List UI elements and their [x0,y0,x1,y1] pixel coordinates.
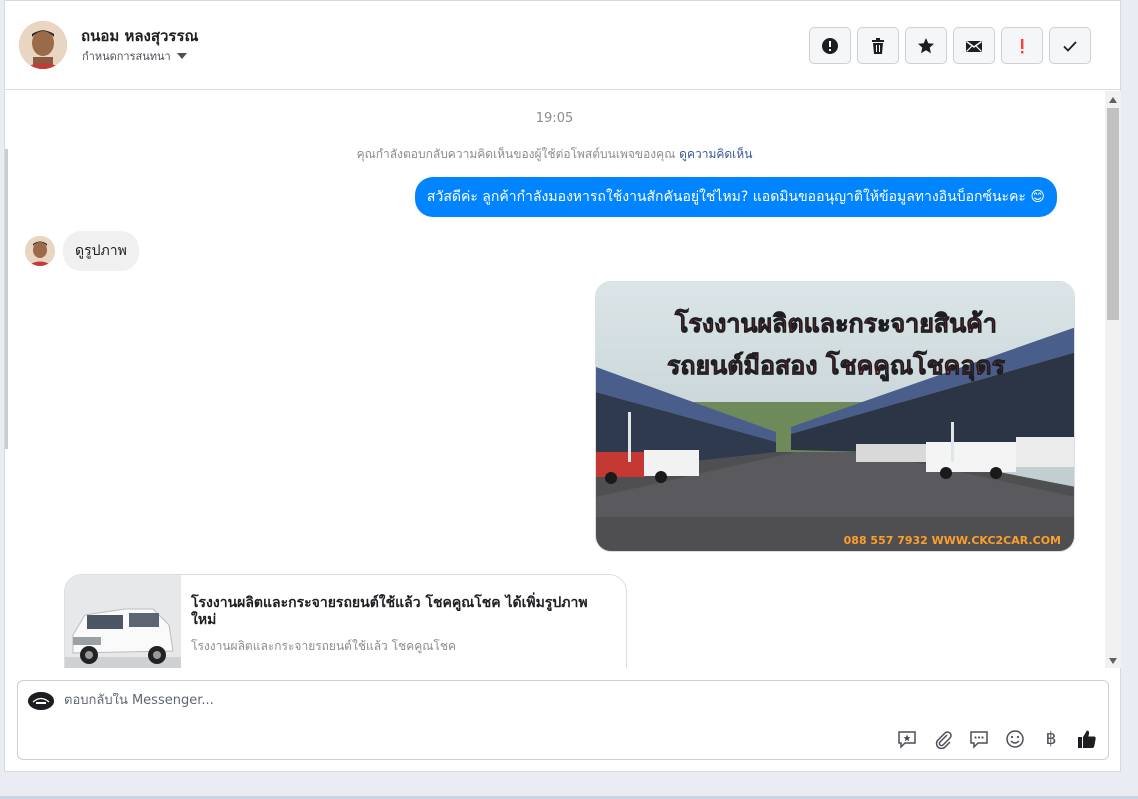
reply-composer: ฿ [17,680,1109,760]
emoji-icon [1006,730,1024,748]
check-icon [1063,40,1077,52]
saved-reply-button[interactable] [896,728,918,750]
link-preview-title: โรงงานผลิตและกระจายรถยนต์ใช้แล้ว โชคคูณโ… [191,595,588,628]
exclamation-icon [1021,38,1024,53]
view-comment-link[interactable]: ดูความคิดเห็น [679,147,752,161]
attach-file-button[interactable] [932,728,954,750]
scroll-down-arrow-icon[interactable] [1109,658,1117,664]
like-icon [1078,730,1096,748]
payment-button[interactable]: ฿ [1040,728,1062,750]
reply-input[interactable] [64,693,964,708]
scroll-thumb[interactable] [1107,108,1119,320]
baht-icon: ฿ [1045,729,1057,749]
image-footer-text: 088 557 7932 WWW.CKC2CAR.COM [844,534,1061,547]
header-actions [809,27,1091,64]
mark-unread-button[interactable] [953,27,995,64]
car-lot-photo: โรงงานผลิตและกระจายสินค้า รถยนต์มือสอง โ… [596,282,1074,551]
incoming-message[interactable]: ดูรูปภาพ [63,231,139,271]
reply-context-text: คุณกำลังตอบกลับความคิดเห็นของผู้ใช้ต่อโพ… [356,147,676,161]
conversation-schedule-label: กำหนดการสนทนา [82,50,171,63]
message-timestamp: 19:05 [535,111,574,126]
reply-context-notice: คุณกำลังตอบกลับความคิดเห็นของผู้ใช้ต่อโพ… [5,145,1104,164]
thread-scrollbar[interactable] [1105,91,1121,668]
conversation-header: ถนอม หลงสุวรรณ กำหนดการสนทนา [5,1,1120,90]
image-attachment[interactable]: โรงงานผลิตและกระจายสินค้า รถยนต์มือสอง โ… [595,281,1075,552]
like-button[interactable] [1076,728,1098,750]
emoji-button[interactable] [1004,728,1026,750]
attachment-icon [935,731,952,749]
image-title-line1: โรงงานผลิตและกระจายสินค้า [674,308,997,338]
contact-name[interactable]: ถนอม หลงสุวรรณ [81,24,198,48]
star-icon [918,37,934,53]
conversation-panel: ถนอม หลงสุวรรณ กำหนดการสนทนา 19:05 คุณกำ… [4,0,1121,772]
avatar[interactable] [19,21,67,69]
saved-reply-icon [898,731,916,749]
alert-circle-icon [822,37,838,54]
page-avatar [28,692,54,710]
avatar[interactable] [25,236,55,266]
outgoing-message[interactable]: สวัสดีค่ะ ลูกค้ากำลังมองหารถใช้งานสักคัน… [414,177,1057,217]
conversation-schedule-dropdown[interactable]: กำหนดการสนทนา [82,47,187,65]
caret-down-icon [176,53,187,59]
delete-button[interactable] [857,27,899,64]
image-title-line2: รถยนต์มือสอง โชคคูณโชคอุดร [667,350,1006,382]
link-preview-card[interactable]: โรงงานผลิตและกระจายรถยนต์ใช้แล้ว โชคคูณโ… [64,574,627,668]
mark-done-button[interactable] [1049,27,1091,64]
link-preview-subtitle: โรงงานผลิตและกระจายรถยนต์ใช้แล้ว โชคคูณโ… [191,639,456,653]
chat-icon [970,731,988,749]
mail-icon [966,40,982,52]
link-preview-thumbnail [65,575,181,668]
star-button[interactable] [905,27,947,64]
incoming-message-row: ดูรูปภาพ [25,231,139,271]
message-thread[interactable]: 19:05 คุณกำลังตอบกลับความคิดเห็นของผู้ใช… [5,91,1104,668]
mark-important-button[interactable] [1001,27,1043,64]
composer-tools: ฿ [896,728,1098,750]
message-template-button[interactable] [968,728,990,750]
trash-icon [872,37,884,54]
scroll-up-arrow-icon[interactable] [1109,97,1117,103]
mark-spam-button[interactable] [809,27,851,64]
